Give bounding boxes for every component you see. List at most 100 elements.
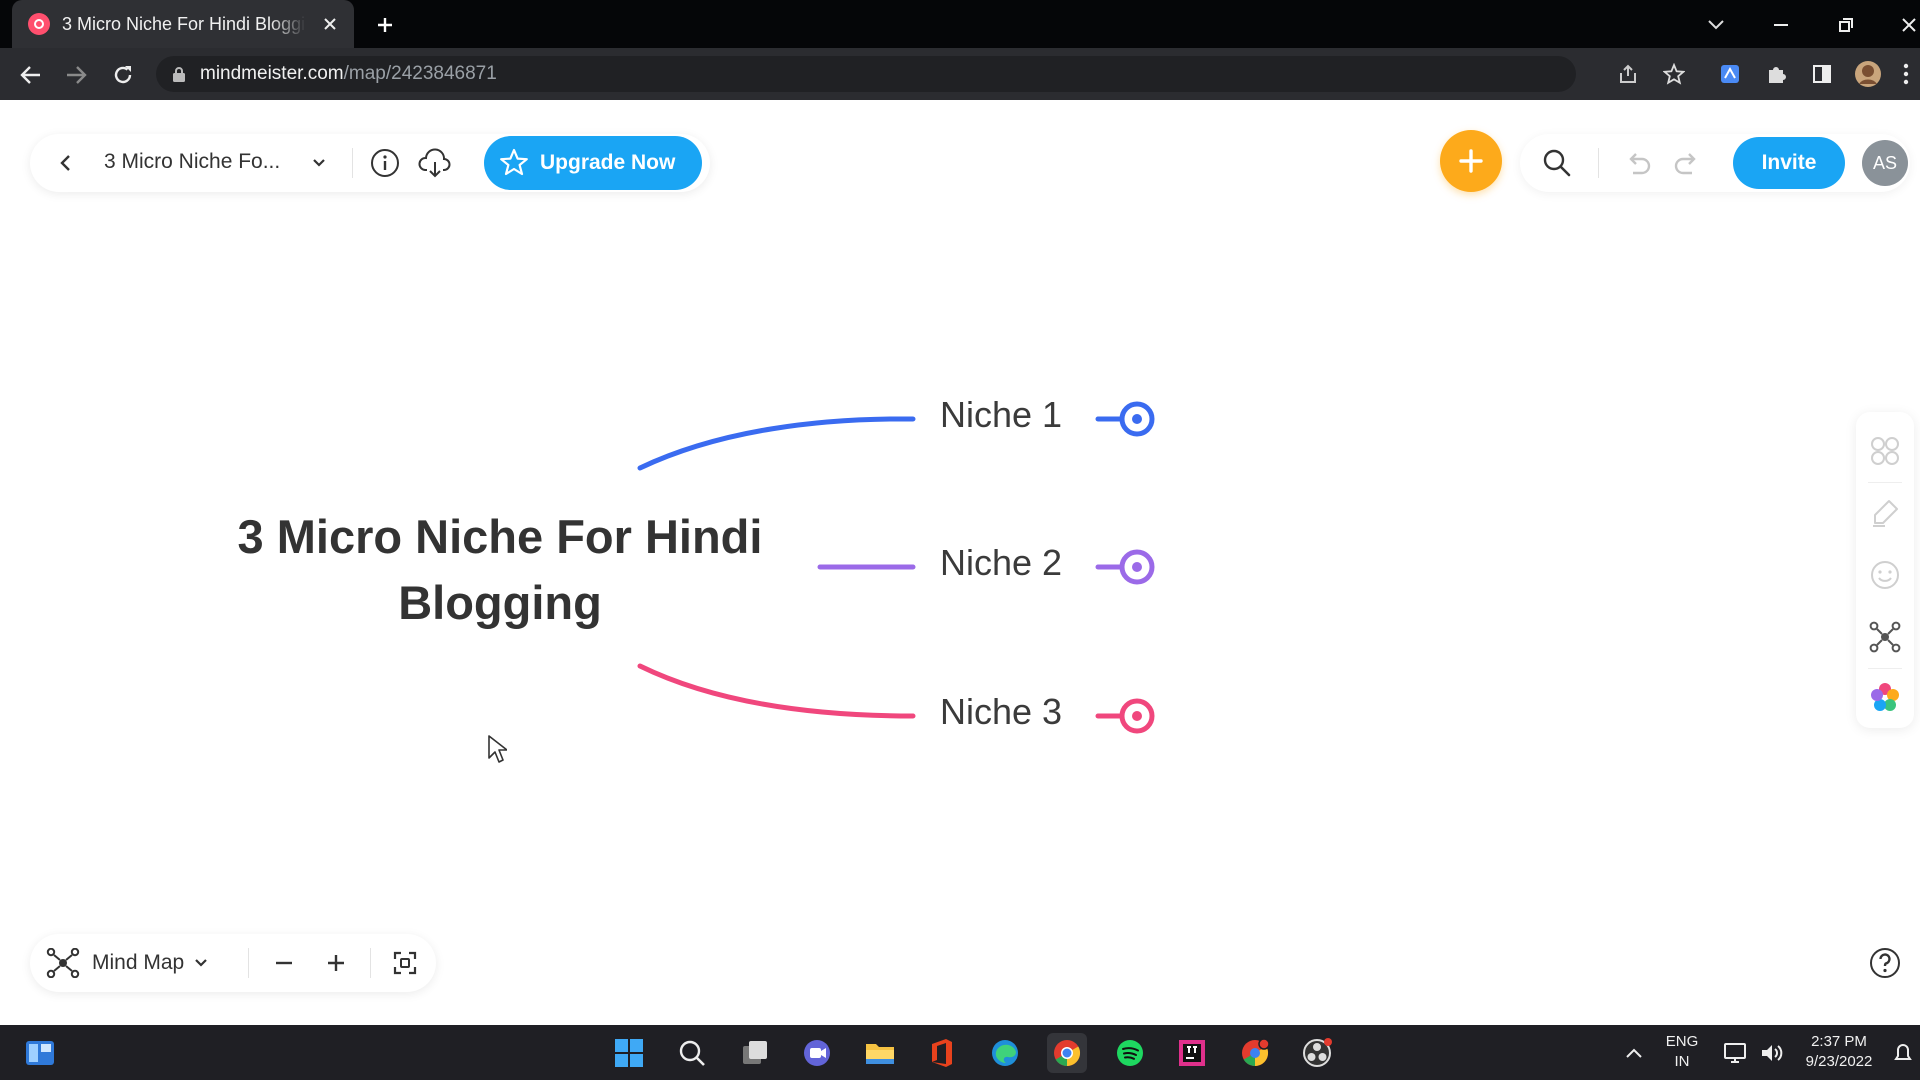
mindmap-mode-icon — [46, 948, 80, 978]
fit-to-screen-icon[interactable] — [388, 946, 422, 980]
star-icon[interactable] — [1656, 56, 1692, 92]
chevron-down-icon — [195, 959, 207, 967]
mindmap-structure-icon[interactable] — [1868, 620, 1902, 654]
map-title[interactable]: 3 Micro Niche Fo... — [104, 150, 280, 174]
redo-icon[interactable] — [1672, 148, 1702, 178]
invite-button[interactable]: Invite — [1733, 137, 1845, 189]
side-panel-rail — [1856, 412, 1914, 728]
rail-divider — [1868, 482, 1902, 483]
menu-icon[interactable] — [1896, 56, 1916, 92]
edge-browser-icon[interactable] — [985, 1033, 1025, 1073]
close-window-icon[interactable] — [1894, 10, 1920, 40]
tab-title: 3 Micro Niche For Hindi Blogging — [62, 13, 306, 34]
connector-niche-1 — [637, 416, 916, 471]
close-tab-icon[interactable] — [318, 12, 342, 36]
address-bar[interactable]: mindmeister.com/map/2423846871 — [156, 56, 1576, 92]
emoji-icon[interactable] — [1868, 558, 1902, 592]
back-arrow-icon[interactable] — [16, 60, 46, 90]
topic-niche-2[interactable]: Niche 2 — [940, 542, 1062, 584]
right-toolbar: Invite AS — [1520, 134, 1910, 192]
file-explorer-icon[interactable] — [860, 1033, 900, 1073]
puzzle-icon[interactable] — [1758, 56, 1794, 92]
minus-icon — [276, 961, 292, 965]
chrome-profile-icon[interactable] — [1235, 1033, 1275, 1073]
root-topic-line-1: 3 Micro Niche For Hindi — [237, 510, 763, 563]
zoom-in-button[interactable] — [319, 946, 353, 980]
divider — [352, 148, 353, 178]
undo-icon[interactable] — [1623, 148, 1653, 178]
avatar[interactable]: AS — [1862, 140, 1908, 186]
tab-search-icon[interactable] — [1701, 10, 1731, 40]
back-to-dashboard-button[interactable] — [50, 148, 80, 178]
browser-tab-strip: 3 Micro Niche For Hindi Blogging — [0, 0, 1920, 48]
spotify-icon[interactable] — [1110, 1033, 1150, 1073]
upgrade-now-button[interactable]: Upgrade Now — [484, 136, 702, 190]
root-topic-line-2: Blogging — [398, 576, 602, 629]
reload-icon[interactable] — [108, 60, 138, 90]
chevron-down-icon[interactable] — [306, 150, 332, 176]
share-icon[interactable] — [1610, 56, 1646, 92]
volume-icon[interactable] — [1752, 1033, 1792, 1073]
chrome-icon[interactable] — [1047, 1033, 1087, 1073]
info-icon[interactable] — [368, 146, 402, 180]
windows-start-icon[interactable] — [609, 1033, 649, 1073]
sidebar-icon[interactable] — [1804, 56, 1840, 92]
upgrade-now-label: Upgrade Now — [540, 151, 676, 174]
widgets-icon[interactable] — [20, 1033, 60, 1073]
view-controls: Mind Map — [30, 934, 436, 992]
notification-icon[interactable] — [1888, 1033, 1918, 1073]
plus-icon — [1459, 149, 1483, 173]
topic-niche-1[interactable]: Niche 1 — [940, 394, 1062, 436]
minimize-icon[interactable] — [1766, 10, 1796, 40]
map-mode-selector[interactable]: Mind Map — [46, 946, 208, 980]
jetbrains-icon[interactable] — [1172, 1033, 1212, 1073]
extension-icon[interactable] — [1712, 56, 1748, 92]
rail-divider — [1868, 668, 1902, 669]
language-indicator[interactable]: ENG IN — [1660, 1032, 1704, 1072]
obs-studio-icon[interactable] — [1297, 1033, 1337, 1073]
collapse-toggle-niche-3 — [1095, 698, 1155, 734]
search-icon[interactable] — [672, 1033, 712, 1073]
collapse-toggle-niche-2 — [1095, 549, 1155, 585]
profile-icon[interactable] — [1850, 56, 1886, 92]
browser-tab[interactable]: 3 Micro Niche For Hindi Blogging — [12, 0, 354, 48]
forward-arrow-icon[interactable] — [61, 60, 91, 90]
map-toolbar: 3 Micro Niche Fo... Upgrade Now — [30, 134, 710, 192]
help-icon[interactable] — [1868, 946, 1902, 980]
mindmeister-favicon-icon — [28, 13, 50, 35]
mindmeister-app: 3 Micro Niche For Hindi Blogging Niche 1… — [0, 100, 1920, 1025]
show-hidden-icons-icon[interactable] — [1614, 1033, 1654, 1073]
clock-date: 9/23/2022 — [1805, 1053, 1873, 1070]
divider — [248, 948, 249, 978]
cloud-download-icon[interactable] — [418, 146, 452, 180]
teams-chat-icon[interactable] — [797, 1033, 837, 1073]
star-badge-icon — [500, 148, 528, 176]
color-theme-icon[interactable] — [1868, 680, 1902, 714]
style-brush-icon[interactable] — [1868, 496, 1902, 530]
divider — [370, 948, 371, 978]
office-icon[interactable] — [922, 1033, 962, 1073]
plus-icon — [328, 955, 344, 971]
topic-niche-3[interactable]: Niche 3 — [940, 691, 1062, 733]
url-path: /map/2423846871 — [343, 63, 497, 84]
language-line-1: ENG — [1665, 1033, 1699, 1050]
clock-time: 2:37 PM — [1811, 1033, 1867, 1050]
layout-grid-icon[interactable] — [1868, 434, 1902, 468]
task-view-icon[interactable] — [735, 1033, 775, 1073]
root-topic[interactable]: 3 Micro Niche For Hindi Blogging — [190, 504, 810, 636]
browser-toolbar: mindmeister.com/map/2423846871 — [0, 48, 1920, 100]
language-line-2: IN — [1674, 1053, 1690, 1070]
restore-icon[interactable] — [1831, 10, 1861, 40]
windows-taskbar: ENG IN 2:37 PM 9/23/2022 — [0, 1025, 1920, 1080]
divider — [1598, 148, 1599, 178]
network-icon[interactable] — [1716, 1033, 1756, 1073]
add-topic-button[interactable] — [1440, 130, 1502, 192]
clock[interactable]: 2:37 PM 9/23/2022 — [1790, 1032, 1888, 1072]
lock-icon[interactable] — [172, 66, 186, 83]
search-icon[interactable] — [1540, 146, 1574, 180]
url-host: mindmeister.com — [200, 63, 344, 84]
map-mode-label: Mind Map — [92, 951, 185, 974]
new-tab-icon[interactable] — [372, 12, 398, 38]
collapse-toggle-niche-1 — [1095, 401, 1155, 437]
zoom-out-button[interactable] — [267, 946, 301, 980]
